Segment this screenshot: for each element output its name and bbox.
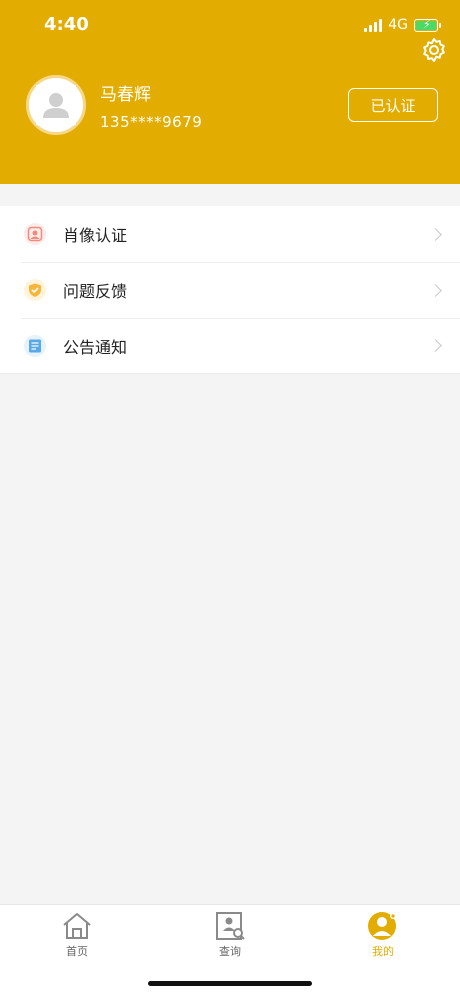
- menu-item-portrait-cert[interactable]: 肖像认证: [0, 206, 460, 262]
- profile-icon: [368, 912, 396, 940]
- chevron-right-icon: [429, 339, 442, 352]
- tab-home[interactable]: 首页: [47, 911, 107, 959]
- feedback-shield-icon: [24, 279, 46, 301]
- status-time: 4:40: [44, 14, 89, 35]
- notice-icon: [24, 334, 46, 357]
- user-phone: 135****9679: [100, 113, 203, 131]
- network-type: 4G: [388, 17, 408, 33]
- menu-item-label: 肖像认证: [63, 226, 128, 245]
- user-name: 马春辉: [100, 85, 151, 105]
- menu-item-feedback[interactable]: 问题反馈: [0, 262, 460, 318]
- chevron-right-icon: [429, 283, 442, 297]
- settings-gear-icon[interactable]: [420, 36, 448, 64]
- signal-icon: [364, 18, 383, 32]
- tab-mine[interactable]: 我的: [353, 911, 413, 959]
- home-indicator: [148, 981, 312, 986]
- battery-icon: ⚡: [414, 18, 441, 32]
- menu-item-label: 问题反馈: [63, 282, 128, 301]
- status-indicators: 4G ⚡: [364, 17, 441, 33]
- tab-label: 我的: [372, 945, 394, 958]
- avatar[interactable]: [26, 75, 86, 135]
- home-icon: [63, 913, 91, 939]
- tab-label: 首页: [66, 945, 88, 958]
- menu-list: 肖像认证 问题反馈 公告通知: [0, 206, 460, 374]
- menu-item-notice[interactable]: 公告通知: [0, 318, 460, 374]
- tab-label: 查询: [219, 945, 241, 958]
- query-icon: [216, 912, 245, 940]
- profile-header: 4:40 4G ⚡ 马春辉 135****9679 已认证: [0, 0, 460, 184]
- portrait-icon: [24, 223, 46, 245]
- menu-item-label: 公告通知: [63, 337, 128, 357]
- avatar-placeholder-icon: [31, 80, 81, 130]
- tab-query[interactable]: 查询: [200, 911, 260, 959]
- certified-button[interactable]: 已认证: [348, 88, 438, 122]
- chevron-right-icon: [429, 227, 442, 241]
